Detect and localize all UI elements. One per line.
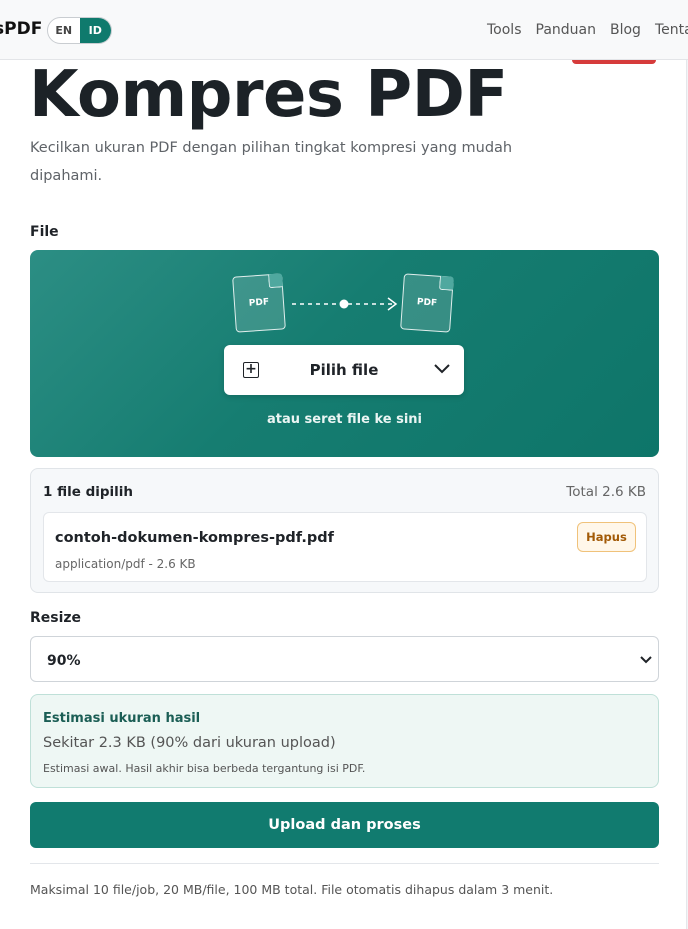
lang-id-button[interactable]: ID (79, 18, 111, 43)
resize-select[interactable]: 90% (30, 636, 659, 682)
resize-selected-value: 90% (47, 653, 81, 669)
chevron-down-icon (640, 656, 652, 664)
list-item: contoh-dokumen-kompres-pdf.pdf applicati… (43, 512, 647, 582)
divider (30, 863, 659, 864)
estimate-note: Estimasi awal. Hasil akhir bisa berbeda … (43, 762, 366, 775)
main-nav: Tools Panduan Blog Tentang (487, 22, 688, 38)
pdf-file-icon-left: PDF (232, 273, 286, 333)
estimate-title: Estimasi ukuran hasil (43, 711, 201, 726)
resize-label: Resize (30, 610, 82, 626)
selected-total-size: Total 2.6 KB (566, 484, 646, 500)
status-badge (572, 60, 656, 64)
file-meta: application/pdf - 2.6 KB (55, 557, 196, 571)
page-title: Kompres PDF (29, 58, 508, 132)
estimate-value: Sekitar 2.3 KB (90% dari ukuran upload) (43, 735, 336, 751)
convert-arrow-icon (292, 297, 398, 311)
file-dropzone[interactable]: PDF PDF + Pilih file atau seret file ke … (30, 250, 659, 457)
nav-link-tools[interactable]: Tools (487, 22, 522, 38)
chevron-down-icon (434, 364, 450, 374)
nav-link-panduan[interactable]: Panduan (536, 22, 596, 38)
file-label: File (30, 224, 59, 240)
top-navbar: sPDF EN ID Tools Panduan Blog Tentang (0, 0, 688, 60)
lang-en-button[interactable]: EN (48, 18, 80, 43)
pdf-file-icon-right: PDF (400, 273, 454, 333)
nav-link-tentang[interactable]: Tentang (655, 22, 688, 38)
choose-file-label: Pilih file (309, 361, 379, 379)
tool-card: Kompres PDF Kecilkan ukuran PDF dengan p… (0, 60, 687, 929)
selected-count: 1 file dipilih (43, 484, 134, 500)
file-name: contoh-dokumen-kompres-pdf.pdf (55, 530, 334, 546)
drop-hint-text: atau seret file ke sini (266, 412, 423, 427)
nav-link-blog[interactable]: Blog (610, 22, 641, 38)
selected-files-panel: 1 file dipilih Total 2.6 KB contoh-dokum… (30, 468, 659, 593)
language-switch: EN ID (47, 17, 112, 44)
brand-logo[interactable]: sPDF (0, 19, 42, 39)
size-estimate-box: Estimasi ukuran hasil Sekitar 2.3 KB (90… (30, 694, 659, 788)
remove-file-button[interactable]: Hapus (577, 522, 636, 552)
upload-process-button[interactable]: Upload dan proses (30, 802, 659, 848)
choose-file-button[interactable]: + Pilih file (224, 345, 464, 395)
page-subtitle: Kecilkan ukuran PDF dengan pilihan tingk… (30, 140, 513, 184)
limits-footnote: Maksimal 10 file/job, 20 MB/file, 100 MB… (30, 882, 554, 897)
